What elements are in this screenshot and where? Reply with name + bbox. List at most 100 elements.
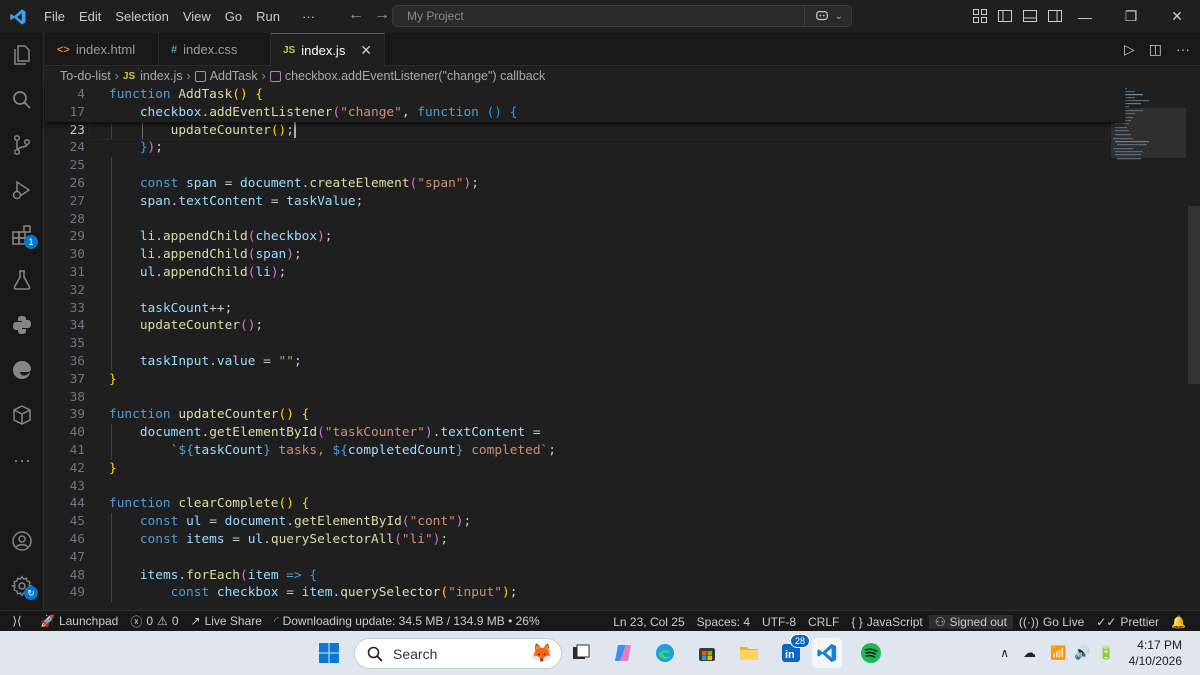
close-window-icon[interactable]: ✕ [1154, 0, 1200, 33]
code-line[interactable]: 42} [45, 460, 1125, 478]
run-debug-icon[interactable] [0, 168, 44, 212]
search-icon[interactable] [0, 78, 44, 122]
launchpad-button[interactable]: 🚀 Launchpad [34, 614, 124, 628]
run-icon[interactable]: ▷ [1124, 41, 1135, 58]
manage-gear-icon[interactable]: ↻ [0, 564, 44, 608]
close-tab-icon[interactable]: ✕ [360, 42, 372, 59]
menu-view[interactable]: View [176, 0, 218, 33]
breadcrumb-folder[interactable]: To-do-list [60, 69, 111, 83]
battery-icon[interactable]: 🔋 [1098, 645, 1114, 661]
cursor-position[interactable]: Ln 23, Col 25 [607, 615, 690, 629]
minimize-icon[interactable]: — [1062, 0, 1108, 33]
menu-file[interactable]: File [37, 0, 72, 33]
edge-devtools-icon[interactable] [0, 348, 44, 392]
code-line[interactable]: 47 [45, 549, 1125, 567]
accounts-icon[interactable] [0, 519, 44, 563]
code-line[interactable]: 39 function updateCounter() { [45, 406, 1125, 424]
menu-more-button[interactable]: ··· [295, 0, 322, 33]
live-share-button[interactable]: ↗ Live Share [185, 614, 268, 628]
linkedin-icon[interactable]: in 28 [776, 634, 810, 668]
code-line[interactable]: 41 `${taskCount} tasks, ${completedCount… [45, 442, 1125, 460]
toggle-primary-sidebar-icon[interactable] [997, 8, 1013, 24]
python-icon[interactable] [0, 303, 44, 347]
breadcrumb-file[interactable]: index.js [140, 69, 182, 83]
taskbar-clock[interactable]: 4:17 PM 4/10/2026 [1129, 637, 1182, 669]
edge-browser-icon[interactable] [650, 638, 680, 668]
back-arrow-icon[interactable]: ← [348, 6, 364, 24]
chevron-up-icon[interactable]: ∧ [1000, 646, 1009, 660]
code-line[interactable]: 36 taskInput.value = ""; [45, 353, 1125, 371]
wifi-icon[interactable]: 📶 [1050, 645, 1066, 661]
vscode-taskbar-icon[interactable] [812, 638, 842, 668]
code-line[interactable]: 44 function clearComplete() { [45, 495, 1125, 513]
toggle-panel-icon[interactable] [1022, 8, 1038, 24]
indentation[interactable]: Spaces: 4 [691, 615, 756, 629]
command-center[interactable]: My Project ⌄ [392, 5, 852, 27]
copilot-menu[interactable]: ⌄ [803, 5, 843, 27]
code-line[interactable]: 31 ul.appendChild(li); [45, 264, 1125, 282]
tab-index-css[interactable]: # index.css [159, 33, 271, 66]
code-line[interactable]: 38 [45, 389, 1125, 407]
language-mode[interactable]: { } JavaScript [845, 615, 928, 629]
split-editor-icon[interactable]: ◫ [1149, 41, 1162, 58]
code-line[interactable]: 37} [45, 371, 1125, 389]
code-line[interactable]: 40 document.getElementById("taskCounter"… [45, 424, 1125, 442]
code-line[interactable]: 28 [45, 211, 1125, 229]
toggle-secondary-sidebar-icon[interactable] [1047, 8, 1063, 24]
explorer-icon[interactable] [0, 33, 44, 77]
code-line[interactable]: 49 const checkbox = item.querySelector("… [45, 584, 1125, 602]
extensions-icon[interactable]: 1 [0, 213, 44, 257]
code-line[interactable]: 45 const ul = document.getElementById("c… [45, 513, 1125, 531]
menu-edit[interactable]: Edit [72, 0, 108, 33]
line-ending[interactable]: CRLF [802, 615, 845, 629]
more-actions-icon[interactable]: ··· [1176, 41, 1190, 58]
code-line[interactable]: 24 }); [45, 139, 1125, 157]
remote-indicator-icon[interactable]: ⟩⟨ [0, 611, 34, 632]
windows-start-icon[interactable] [314, 638, 344, 668]
code-line[interactable]: 29 li.appendChild(checkbox); [45, 228, 1125, 246]
encoding[interactable]: UTF-8 [756, 615, 802, 629]
vertical-scrollbar[interactable] [1188, 206, 1200, 384]
code-line[interactable]: 30 li.appendChild(span); [45, 246, 1125, 264]
prettier-button[interactable]: ✓✓ Prettier [1090, 615, 1165, 629]
code-line[interactable]: 48 items.forEach(item => { [45, 567, 1125, 585]
file-explorer-icon[interactable] [734, 638, 764, 668]
tab-index-html[interactable]: <> index.html [45, 33, 159, 66]
restore-icon[interactable]: ❐ [1108, 0, 1154, 33]
notifications-bell-icon[interactable]: 🔔 [1165, 615, 1192, 629]
code-line[interactable]: 26 const span = document.createElement("… [45, 175, 1125, 193]
code-editor[interactable]: 4 function AddTask() {17 checkbox.addEven… [45, 86, 1200, 610]
code-line[interactable]: 17 checkbox.addEventListener("change", f… [45, 103, 1125, 122]
code-line[interactable]: 27 span.textContent = taskValue; [45, 193, 1125, 211]
microsoft-store-icon[interactable] [692, 638, 722, 668]
menu-selection[interactable]: Selection [108, 0, 175, 33]
code-line[interactable]: 46 const items = ul.querySelectorAll("li… [45, 531, 1125, 549]
go-live-button[interactable]: ((·)) Go Live [1013, 615, 1090, 629]
menu-run[interactable]: Run [249, 0, 287, 33]
forward-arrow-icon[interactable]: → [374, 6, 390, 24]
volume-icon[interactable]: 🔊 [1074, 645, 1090, 661]
code-line[interactable]: 33 taskCount++; [45, 300, 1125, 318]
account-status[interactable]: ⚇ Signed out [928, 614, 1013, 629]
network-settings-icon[interactable]: ☁ [1023, 645, 1036, 661]
code-line[interactable]: 35 [45, 335, 1125, 353]
testing-icon[interactable] [0, 258, 44, 302]
code-line[interactable]: 34 updateCounter(); [45, 317, 1125, 335]
menu-go[interactable]: Go [218, 0, 249, 33]
code-line[interactable]: 23 updateCounter(); [45, 121, 1125, 140]
tab-index-js[interactable]: JS index.js ✕ [271, 33, 385, 67]
more-views-icon[interactable]: ··· [0, 438, 44, 482]
task-view-icon[interactable] [566, 638, 596, 668]
spotify-icon[interactable] [856, 638, 886, 668]
containers-icon[interactable] [0, 393, 44, 437]
code-line[interactable]: 43 [45, 478, 1125, 496]
taskbar-search[interactable]: Search 🦊 [354, 638, 562, 669]
source-control-icon[interactable] [0, 123, 44, 167]
code-line[interactable]: 32 [45, 282, 1125, 300]
breadcrumb-symbol-callback[interactable]: checkbox.addEventListener("change") call… [285, 69, 545, 83]
code-line[interactable]: 4 function AddTask() { [45, 86, 1125, 104]
problems-button[interactable]: ⓧ 0 ⚠ 0 [124, 613, 184, 630]
breadcrumb-symbol-addtask[interactable]: AddTask [210, 69, 258, 83]
update-download-status[interactable]: ◜ Downloading update: 34.5 MB / 134.9 MB… [268, 614, 546, 628]
code-line[interactable]: 25 [45, 157, 1125, 175]
